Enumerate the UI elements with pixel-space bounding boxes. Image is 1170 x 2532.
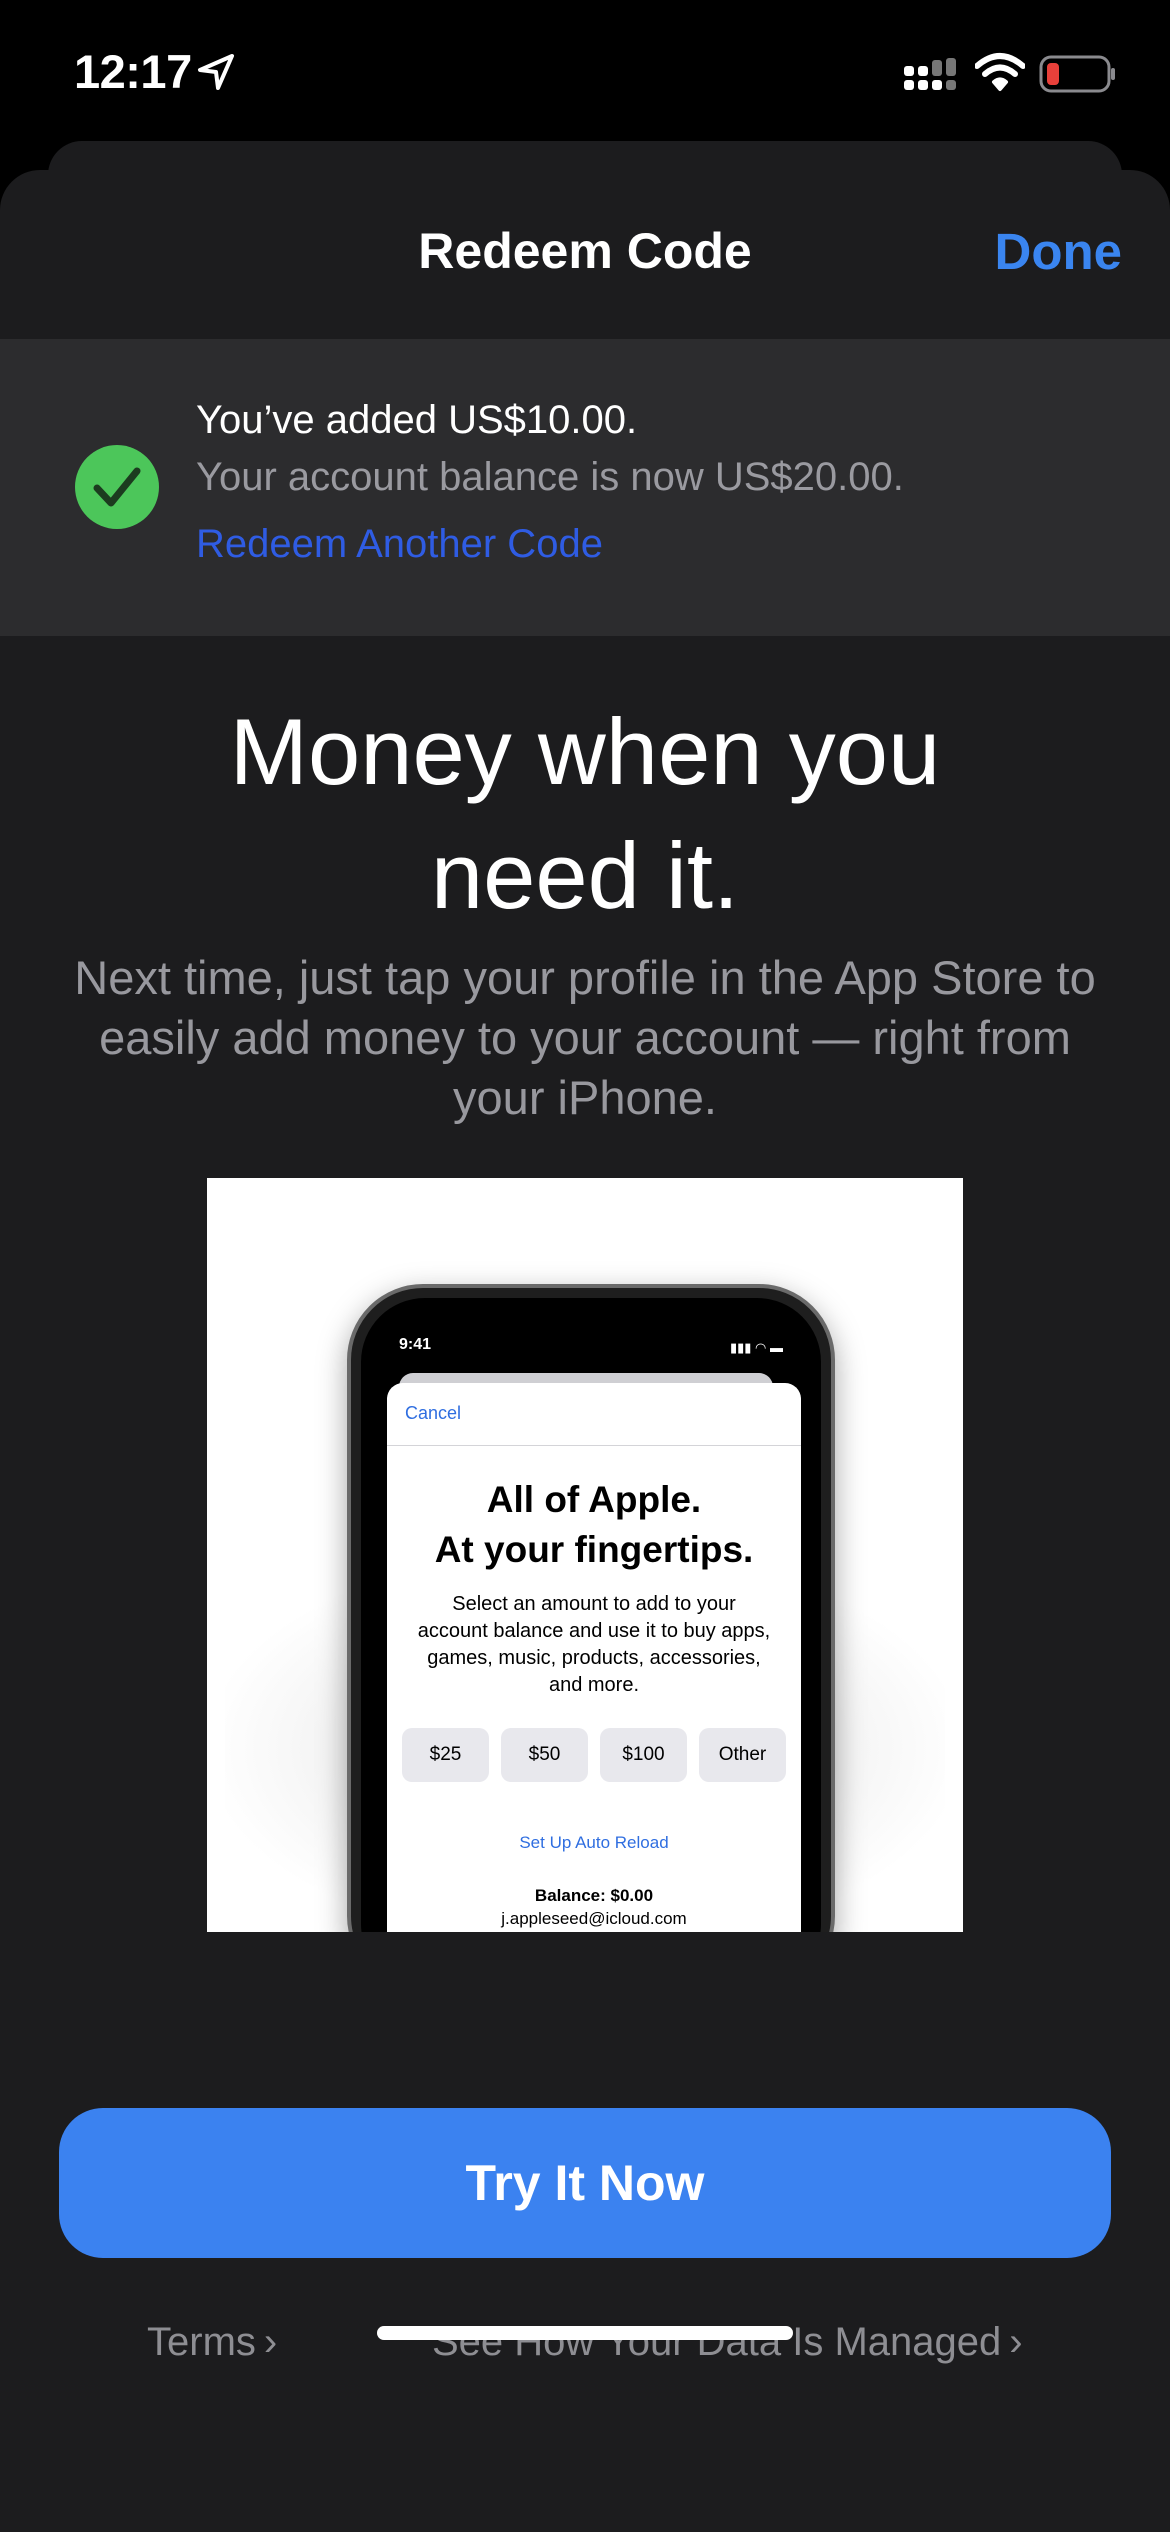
terms-link[interactable]: Terms › <box>147 2320 277 2365</box>
phone-headline-line2: At your fingertips. <box>434 1529 754 1570</box>
amount-option: $100 <box>600 1728 687 1782</box>
checkmark-circle-icon <box>75 445 159 529</box>
phone-email: j.appleseed@icloud.com <box>501 1909 687 1928</box>
chevron-right-icon: › <box>263 2320 278 2364</box>
wifi-icon <box>975 53 1025 91</box>
amount-option: $50 <box>501 1728 588 1782</box>
promo-description: Next time, just tap your profile in the … <box>74 951 1096 1124</box>
phone-auto-reload-label: Set Up Auto Reload <box>519 1833 669 1852</box>
promo-image: 9:41 ▮▮▮ ◠ ▬ Cancel All of Apple. At you… <box>207 1178 963 1932</box>
try-it-now-button[interactable]: Try It Now <box>59 2108 1111 2258</box>
done-button[interactable]: Done <box>995 222 1123 281</box>
phone-amount-options: $25 $50 $100 Other <box>402 1728 786 1782</box>
phone-add-funds-card: Cancel All of Apple. At your fingertips.… <box>387 1383 801 1932</box>
location-arrow-icon <box>198 54 234 90</box>
phone-headline: All of Apple. At your fingertips. <box>387 1475 801 1575</box>
promo-headline-line2: need it. <box>430 823 740 928</box>
phone-illustration: 9:41 ▮▮▮ ◠ ▬ Cancel All of Apple. At you… <box>347 1284 835 1932</box>
amount-option: Other <box>699 1728 786 1782</box>
account-balance-text: Your account balance is now US$20.00. <box>196 455 904 499</box>
amount-option: $25 <box>402 1728 489 1782</box>
phone-cancel-label: Cancel <box>405 1403 462 1423</box>
battery-icon <box>1039 55 1115 93</box>
redeem-another-code-link[interactable]: Redeem Another Code <box>196 522 603 567</box>
divider <box>387 1445 801 1446</box>
added-amount-text: You’ve added US$10.00. <box>196 398 638 442</box>
phone-notch <box>521 1298 661 1332</box>
phone-headline-line1: All of Apple. <box>486 1479 702 1520</box>
promo-headline-line1: Money when you <box>229 699 941 804</box>
status-time: 12:17 <box>74 45 192 98</box>
cellular-signal-icon <box>904 58 956 90</box>
chevron-right-icon: › <box>1009 2320 1023 2364</box>
phone-status-icons: ▮▮▮ ◠ ▬ <box>729 1340 783 1355</box>
home-indicator[interactable] <box>377 2326 793 2340</box>
redeem-sheet: Redeem Code Done You’ve added US$10.00. … <box>0 170 1170 2532</box>
phone-balance: Balance: $0.00 <box>534 1886 654 1905</box>
terms-label: Terms <box>147 2320 256 2364</box>
status-bar: 12:17 <box>0 0 1170 150</box>
promo-headline: Money when you need it. <box>0 690 1170 938</box>
phone-description: Select an amount to add to your account … <box>417 1593 771 1696</box>
phone-time: 9:41 <box>399 1336 432 1353</box>
